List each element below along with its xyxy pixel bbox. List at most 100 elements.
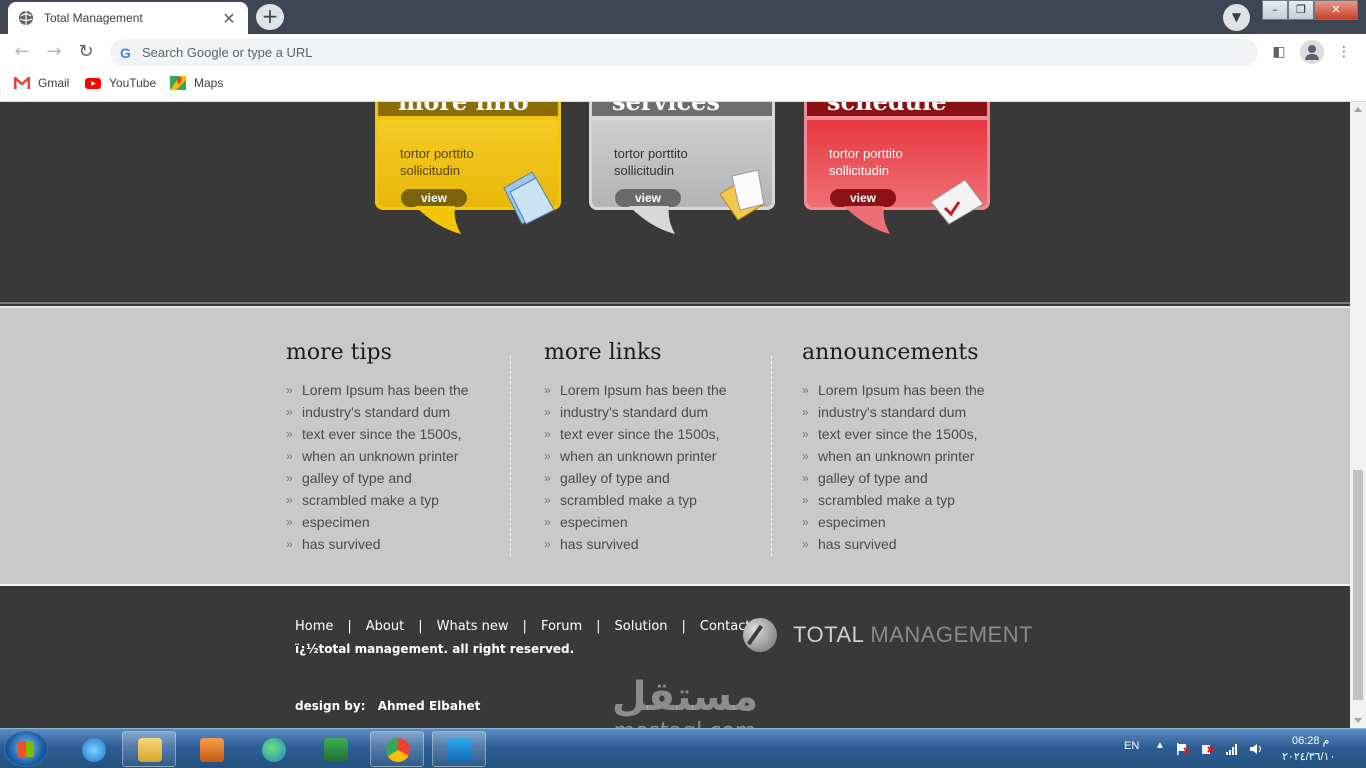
taskbar-ie[interactable] [66, 731, 120, 767]
list-item[interactable]: when an unknown printer [286, 445, 516, 467]
reload-icon[interactable]: ↻ [74, 40, 98, 64]
globe-icon [19, 11, 33, 25]
page-viewport: more info tortor porttito sollicitudin v… [0, 102, 1350, 728]
list-item[interactable]: industry's standard dum [802, 401, 1032, 423]
power-icon[interactable] [1200, 743, 1214, 755]
excel-icon [324, 738, 348, 762]
list-item[interactable]: text ever since the 1500s, [286, 423, 516, 445]
close-icon[interactable]: ✕ [220, 9, 238, 28]
new-tab-button[interactable]: + [256, 4, 284, 30]
list-item[interactable]: has survived [802, 533, 1032, 555]
feature-box-body: tortor porttito sollicitudin view [807, 120, 987, 225]
list-item[interactable]: Lorem Ipsum has been the [544, 379, 774, 401]
list-item[interactable]: galley of type and [802, 467, 1032, 489]
internet-explorer-icon [82, 738, 106, 762]
minimize-button[interactable]: – [1262, 0, 1288, 20]
taskbar-media-player[interactable] [184, 731, 238, 767]
volume-icon[interactable] [1249, 743, 1263, 755]
bookmark-label: YouTube [109, 76, 157, 90]
logo-word-total: TOTAL [793, 622, 865, 647]
feature-box-schedule: schedule tortor porttito sollicitudin vi… [804, 102, 990, 234]
list-item[interactable]: has survived [544, 533, 774, 555]
design-label: design by: [295, 699, 366, 713]
scroll-down-icon[interactable] [1354, 718, 1362, 723]
side-panel-icon[interactable]: ◧ [1269, 42, 1289, 62]
list-item[interactable]: galley of type and [286, 467, 516, 489]
list-item[interactable]: Lorem Ipsum has been the [802, 379, 1032, 401]
profile-avatar-icon[interactable] [1300, 40, 1324, 64]
taskbar-chrome[interactable] [370, 731, 424, 767]
taskbar-excel[interactable] [308, 731, 362, 767]
column-title: announcements [802, 340, 979, 365]
arrow-left-icon[interactable]: ← [10, 40, 34, 64]
designer-name: Ahmed Elbahet [377, 699, 481, 713]
list-item[interactable]: text ever since the 1500s, [544, 423, 774, 445]
view-button-more-info[interactable]: view [401, 189, 467, 207]
chrome-icon [386, 738, 410, 762]
language-indicator[interactable]: EN [1124, 740, 1139, 752]
feature-box-body: tortor porttito sollicitudin view [378, 120, 558, 225]
footer-link-home[interactable]: Home [295, 619, 333, 634]
network-signal-icon[interactable] [1225, 743, 1239, 755]
list-item[interactable]: galley of type and [544, 467, 774, 489]
speech-tail [415, 206, 461, 234]
scroll-thumb[interactable] [1353, 470, 1363, 700]
taskbar-vscode[interactable] [432, 731, 486, 767]
list-item[interactable]: especimen [544, 511, 774, 533]
clock-date[interactable]: ٢٠٢٤/٣٦/١٠ [1282, 750, 1335, 763]
bookmark-label: Gmail [38, 76, 70, 90]
tab-strip: Total Management ✕ + ▼ – ❐ ✕ [0, 0, 1366, 34]
feature-box-body: tortor porttito sollicitudin view [592, 120, 772, 221]
flag-icon[interactable] [1176, 743, 1190, 755]
start-button[interactable] [4, 731, 48, 767]
window-close-button[interactable]: ✕ [1314, 0, 1358, 20]
logo-mark-icon [743, 618, 777, 652]
view-button-services[interactable]: view [615, 189, 681, 207]
list-item[interactable]: scrambled make a typ [544, 489, 774, 511]
list-item[interactable]: scrambled make a typ [802, 489, 1032, 511]
footer-separator: | [347, 619, 352, 634]
bookmark-label: Maps [194, 76, 224, 90]
footer-link-forum[interactable]: Forum [541, 619, 582, 634]
clock-time[interactable]: 06:28 م [1292, 734, 1329, 747]
list-item[interactable]: especimen [286, 511, 516, 533]
feature-box-heading: schedule [807, 102, 987, 116]
footer-link-about[interactable]: About [366, 619, 404, 634]
browser-tab[interactable]: Total Management ✕ [8, 2, 248, 34]
scroll-up-icon[interactable] [1354, 107, 1362, 112]
footer-separator: | [596, 619, 601, 634]
address-bar[interactable]: G Search Google or type a URL [110, 39, 1258, 66]
footer-link-whats-new[interactable]: Whats new [437, 619, 509, 634]
restore-button[interactable]: ❐ [1288, 0, 1314, 20]
list-item[interactable]: industry's standard dum [544, 401, 774, 423]
footer-link-solution[interactable]: Solution [615, 619, 668, 634]
speech-tail [844, 206, 890, 234]
taskbar-edge[interactable] [246, 731, 300, 767]
footer-separator: | [522, 619, 527, 634]
vertical-scrollbar[interactable] [1350, 102, 1366, 728]
list-item[interactable]: industry's standard dum [286, 401, 516, 423]
tray-expand-chevron-up-icon[interactable]: ▲ [1155, 740, 1165, 751]
column-title: more links [544, 340, 662, 365]
footer-separator: | [418, 619, 423, 634]
list-item[interactable]: text ever since the 1500s, [802, 423, 1032, 445]
column-list: Lorem Ipsum has been the industry's stan… [286, 379, 516, 555]
arrow-right-icon[interactable]: → [42, 40, 66, 64]
column-divider [771, 356, 772, 556]
kebab-menu-icon[interactable]: ⋮ [1334, 42, 1354, 62]
bookmark-youtube[interactable]: YouTube [85, 76, 156, 90]
bookmark-gmail[interactable]: Gmail [14, 76, 69, 90]
list-item[interactable]: when an unknown printer [544, 445, 774, 467]
list-item[interactable]: when an unknown printer [802, 445, 1032, 467]
tab-search-chevron-down-icon[interactable]: ▼ [1223, 4, 1250, 31]
list-item[interactable]: Lorem Ipsum has been the [286, 379, 516, 401]
view-button-schedule[interactable]: view [830, 189, 896, 207]
watermark-latin: mostaql.com [600, 720, 770, 729]
taskbar-explorer[interactable] [122, 731, 176, 767]
list-item[interactable]: scrambled make a typ [286, 489, 516, 511]
vscode-icon [448, 738, 472, 762]
list-item[interactable]: has survived [286, 533, 516, 555]
footer-separator: | [681, 619, 686, 634]
list-item[interactable]: especimen [802, 511, 1032, 533]
bookmark-maps[interactable]: Maps [170, 76, 223, 90]
